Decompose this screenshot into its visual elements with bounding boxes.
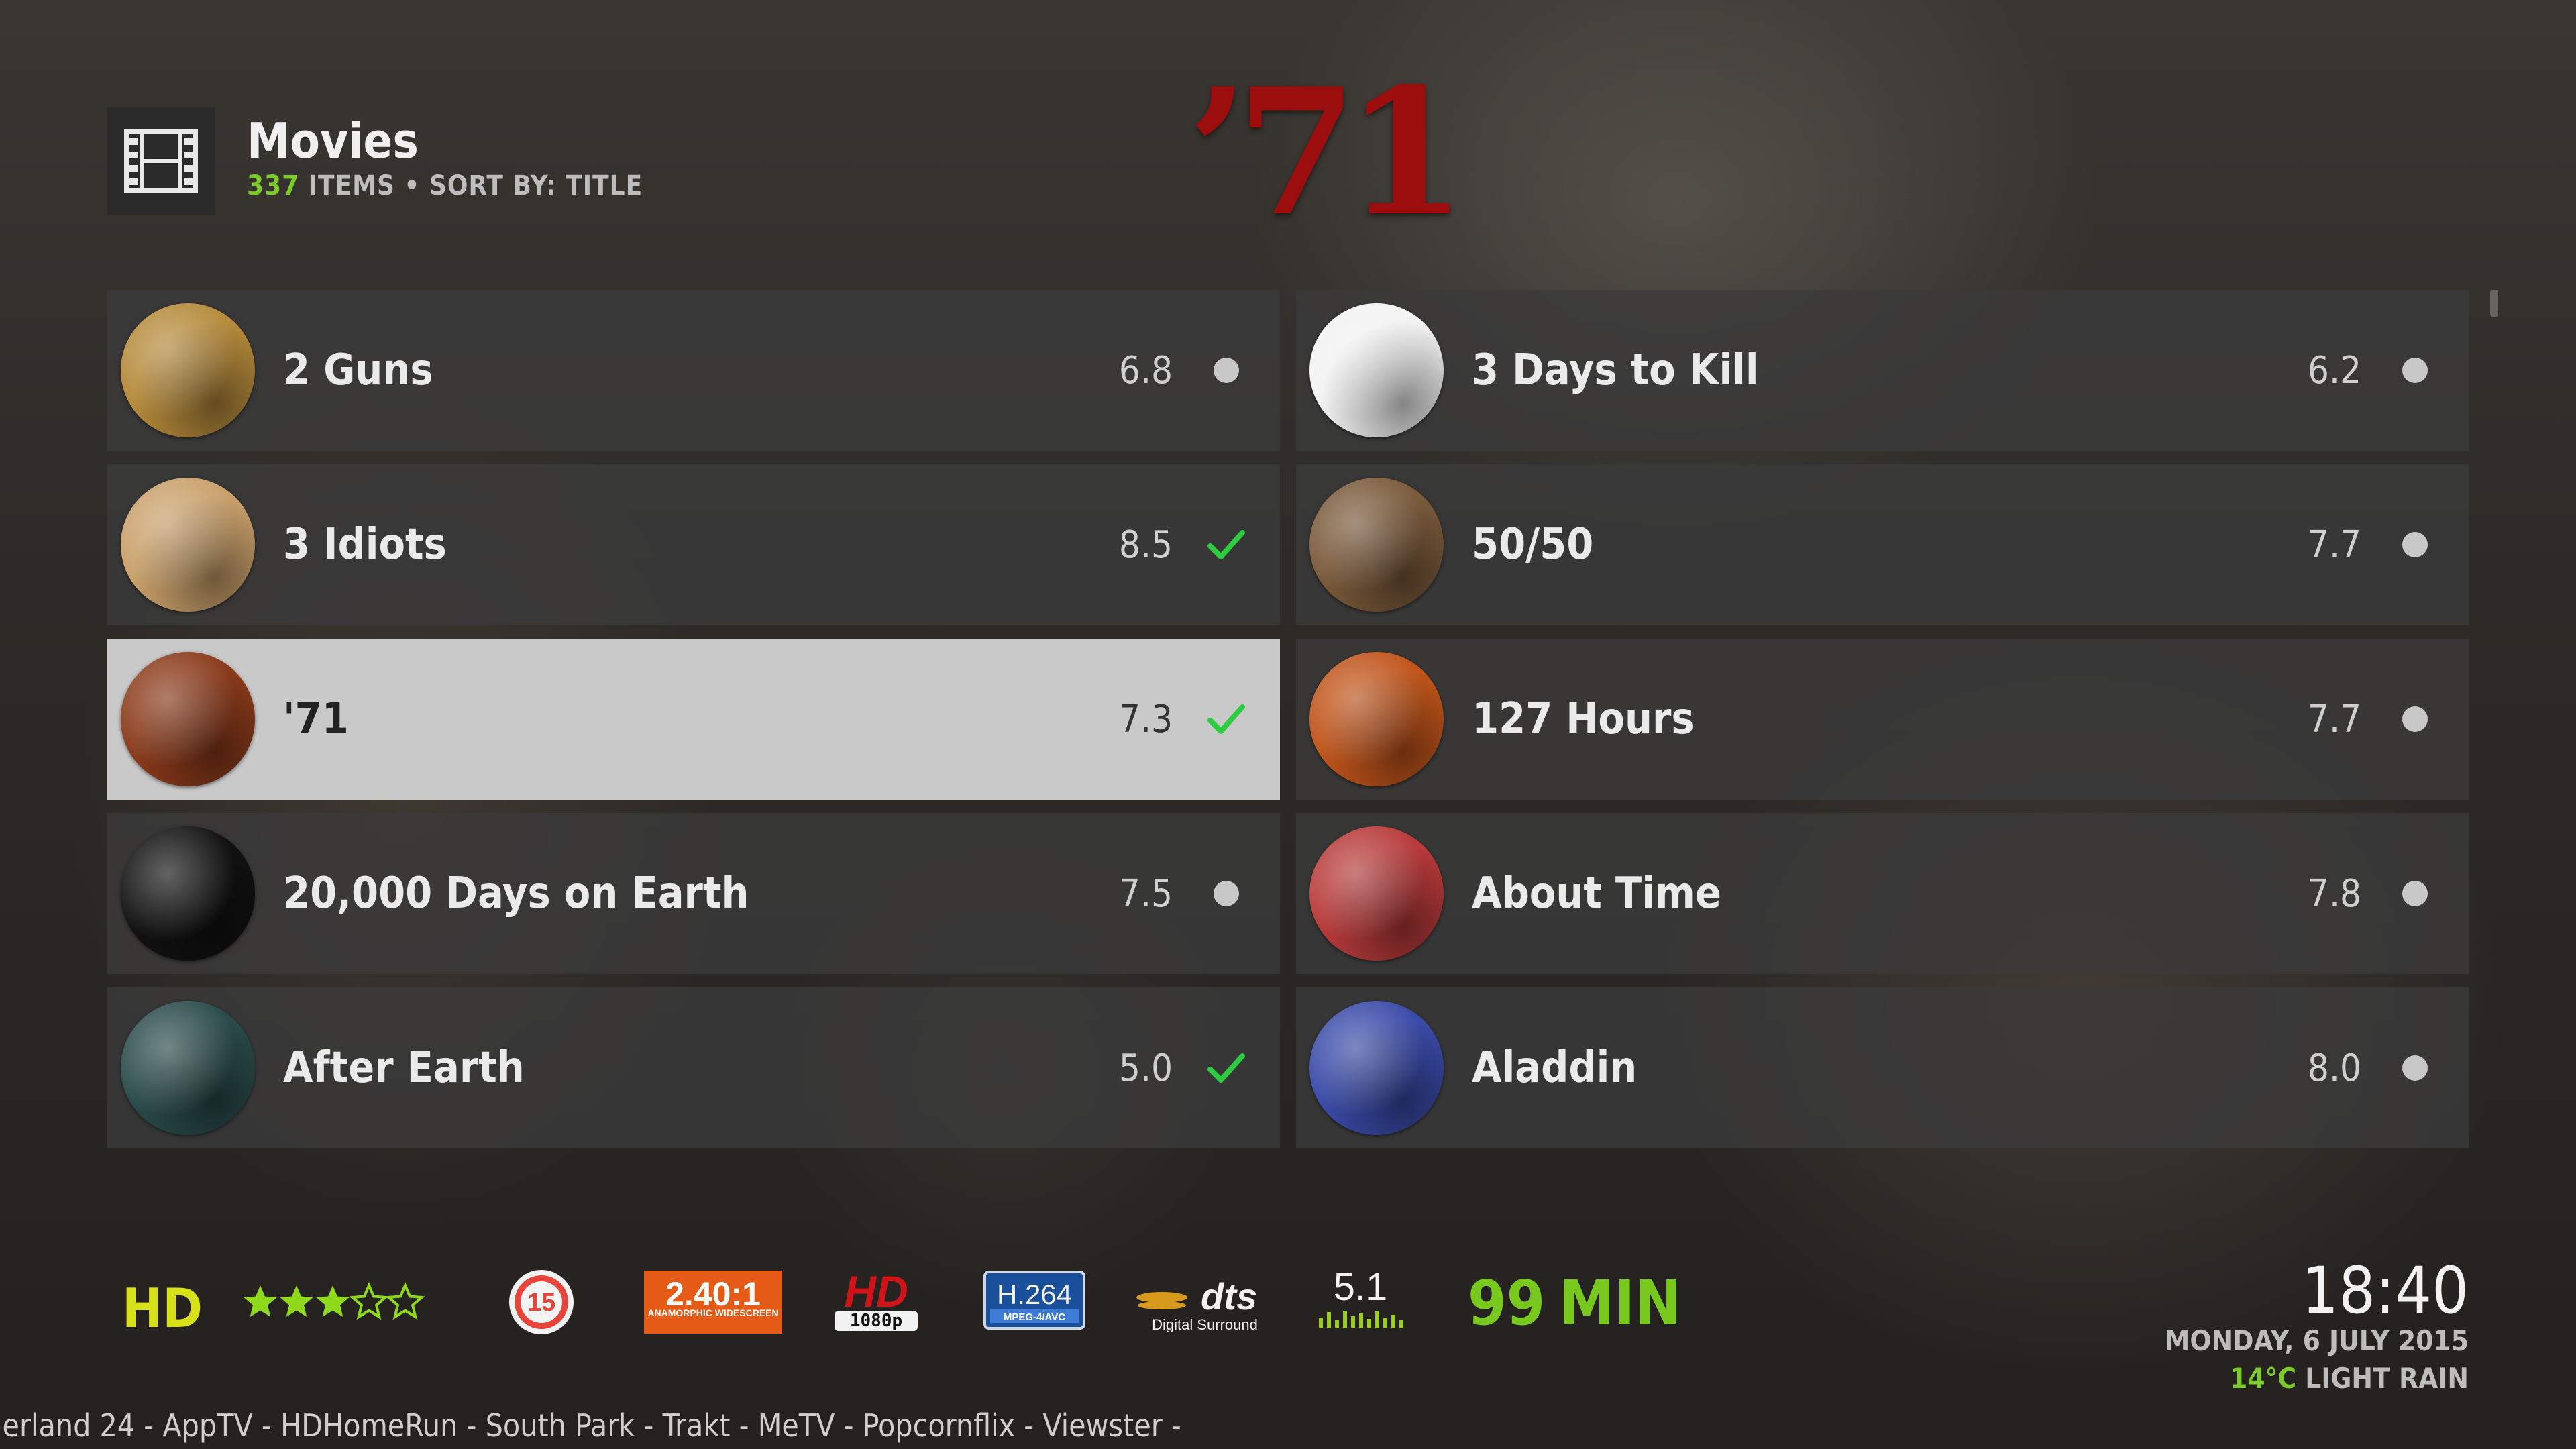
channels-text: 5.1 xyxy=(1334,1265,1388,1309)
movie-rating: 7.5 xyxy=(1118,871,1173,916)
hd-res-text: 1080p xyxy=(850,1311,902,1331)
star-empty-icon xyxy=(385,1281,425,1320)
movie-title: 127 Hours xyxy=(1472,694,1695,744)
movie-tile[interactable]: After Earth 5.0 xyxy=(107,987,1280,1148)
poster-thumbnail xyxy=(1309,478,1444,612)
movie-tile[interactable]: 50/50 7.7 xyxy=(1296,464,2469,625)
poster-thumbnail xyxy=(121,826,255,961)
page-title: Movies xyxy=(247,113,419,169)
movie-title: After Earth xyxy=(283,1043,525,1093)
clock-date: MONDAY, 6 JULY 2015 xyxy=(2164,1324,2469,1357)
runtime-text: 99 xyxy=(1468,1268,1545,1335)
film-strip-icon xyxy=(107,107,215,215)
addon-ticker: lerland 24 - AppTV - HDHomeRun - South P… xyxy=(0,1407,1181,1445)
movie-list: 2 Guns 6.8 3 Days to Kill 6.2 3 Idiots 8.5 50/… xyxy=(107,290,2469,1148)
movie-rating: 6.2 xyxy=(2307,348,2361,392)
unwatched-dot-icon xyxy=(2361,358,2469,383)
poster-thumbnail xyxy=(1309,303,1444,437)
channels-flag: 5.1 xyxy=(1319,1265,1403,1328)
hd-1080p-flag: HD 1080p xyxy=(835,1268,918,1331)
movie-title: 2 Guns xyxy=(283,345,433,395)
poster-thumbnail xyxy=(121,1001,255,1135)
movie-rating: 5.0 xyxy=(1118,1046,1173,1090)
movie-tile[interactable]: 3 Idiots 8.5 xyxy=(107,464,1280,625)
movie-tile[interactable]: About Time 7.8 xyxy=(1296,813,2469,974)
star-empty-icon xyxy=(349,1281,389,1320)
poster-thumbnail xyxy=(1309,652,1444,786)
movie-tile[interactable]: 127 Hours 7.7 xyxy=(1296,639,2469,800)
item-count-sort: 337 ITEMS • SORT BY: TITLE xyxy=(247,170,643,201)
unwatched-dot-icon xyxy=(2361,1055,2469,1081)
star-filled-icon xyxy=(316,1285,350,1317)
movie-title: About Time xyxy=(1472,869,1721,918)
rating-stars xyxy=(244,1281,425,1320)
runtime-unit-text: MIN xyxy=(1559,1268,1681,1335)
scrollbar[interactable] xyxy=(2490,290,2498,317)
unwatched-dot-icon xyxy=(1173,358,1280,383)
movie-title: 50/50 xyxy=(1472,520,1594,570)
unwatched-dot-icon xyxy=(2361,881,2469,906)
resolution-label: HD xyxy=(122,1277,203,1340)
codec-sub-text: MPEG-4/AVC xyxy=(1004,1311,1065,1323)
watched-check-icon xyxy=(1173,1052,1280,1084)
ticker-text: lerland 24 - AppTV - HDHomeRun - South P… xyxy=(0,1407,1181,1444)
movie-tile[interactable]: 2 Guns 6.8 xyxy=(107,290,1280,451)
movie-rating: 7.3 xyxy=(1118,697,1173,741)
poster-thumbnail xyxy=(121,303,255,437)
media-info-row: HD 15 2.40:1 ANAMORPHIC WIDESCREEN HD 10… xyxy=(107,1248,1717,1355)
item-count: 337 xyxy=(247,170,300,201)
weather-temp: 14°C xyxy=(2229,1362,2297,1395)
movie-rating: 7.7 xyxy=(2307,523,2361,567)
certification-text: 15 xyxy=(527,1289,555,1317)
unwatched-dot xyxy=(2402,358,2428,383)
clock-time: 18:40 xyxy=(2302,1253,2469,1328)
movie-tile[interactable]: 20,000 Days on Earth 7.5 xyxy=(107,813,1280,974)
movie-title: 3 Idiots xyxy=(283,520,447,570)
audio-sub-text: Digital Surround xyxy=(1152,1316,1258,1332)
sort-label: ITEMS • SORT BY: TITLE xyxy=(299,170,643,201)
movie-rating: 8.5 xyxy=(1118,523,1173,567)
movie-rating: 7.7 xyxy=(2307,697,2361,741)
unwatched-dot xyxy=(2402,1055,2428,1081)
star-filled-icon xyxy=(244,1285,277,1317)
poster-thumbnail xyxy=(1309,1001,1444,1135)
unwatched-dot xyxy=(2402,532,2428,557)
watched-check-icon xyxy=(1173,529,1280,561)
unwatched-dot xyxy=(1214,881,1239,906)
movie-clearlogo: ’71 xyxy=(1187,50,1466,255)
weather: 14°C LIGHT RAIN xyxy=(2230,1362,2469,1395)
runtime-flag: 99 MIN xyxy=(1468,1268,1681,1335)
movie-tile[interactable]: 3 Days to Kill 6.2 xyxy=(1296,290,2469,451)
unwatched-dot xyxy=(1214,358,1239,383)
codec-flag: H.264 MPEG-4/AVC xyxy=(983,1271,1085,1330)
movie-title: 20,000 Days on Earth xyxy=(283,869,749,918)
movie-rating: 6.8 xyxy=(1118,348,1173,392)
unwatched-dot-icon xyxy=(2361,532,2469,557)
movie-rating: 8.0 xyxy=(2307,1046,2361,1090)
movie-rating: 7.8 xyxy=(2307,871,2361,916)
dts-audio-flag: dts Digital Surround xyxy=(1136,1275,1258,1332)
weather-condition: LIGHT RAIN xyxy=(2296,1362,2469,1395)
poster-thumbnail xyxy=(121,478,255,612)
unwatched-dot-icon xyxy=(1173,881,1280,906)
hd-flag-text: HD xyxy=(844,1268,908,1316)
watched-check-icon xyxy=(1173,703,1280,735)
codec-text: H.264 xyxy=(997,1279,1072,1310)
movie-title: '71 xyxy=(283,694,349,744)
unwatched-dot xyxy=(2402,706,2428,732)
certification-badge: 15 xyxy=(509,1270,574,1334)
audio-text: dts xyxy=(1201,1275,1257,1318)
poster-thumbnail xyxy=(121,652,255,786)
movie-tile[interactable]: Aladdin 8.0 xyxy=(1296,987,2469,1148)
aspect-sub-text: ANAMORPHIC WIDESCREEN xyxy=(647,1307,778,1318)
movie-title: Aladdin xyxy=(1472,1043,1638,1093)
unwatched-dot xyxy=(2402,881,2428,906)
movie-title: 3 Days to Kill xyxy=(1472,345,1759,395)
unwatched-dot-icon xyxy=(2361,706,2469,732)
aspect-ratio-flag: 2.40:1 ANAMORPHIC WIDESCREEN xyxy=(644,1271,782,1334)
movie-tile[interactable]: '71 7.3 xyxy=(107,639,1280,800)
poster-thumbnail xyxy=(1309,826,1444,961)
star-filled-icon xyxy=(280,1285,313,1317)
